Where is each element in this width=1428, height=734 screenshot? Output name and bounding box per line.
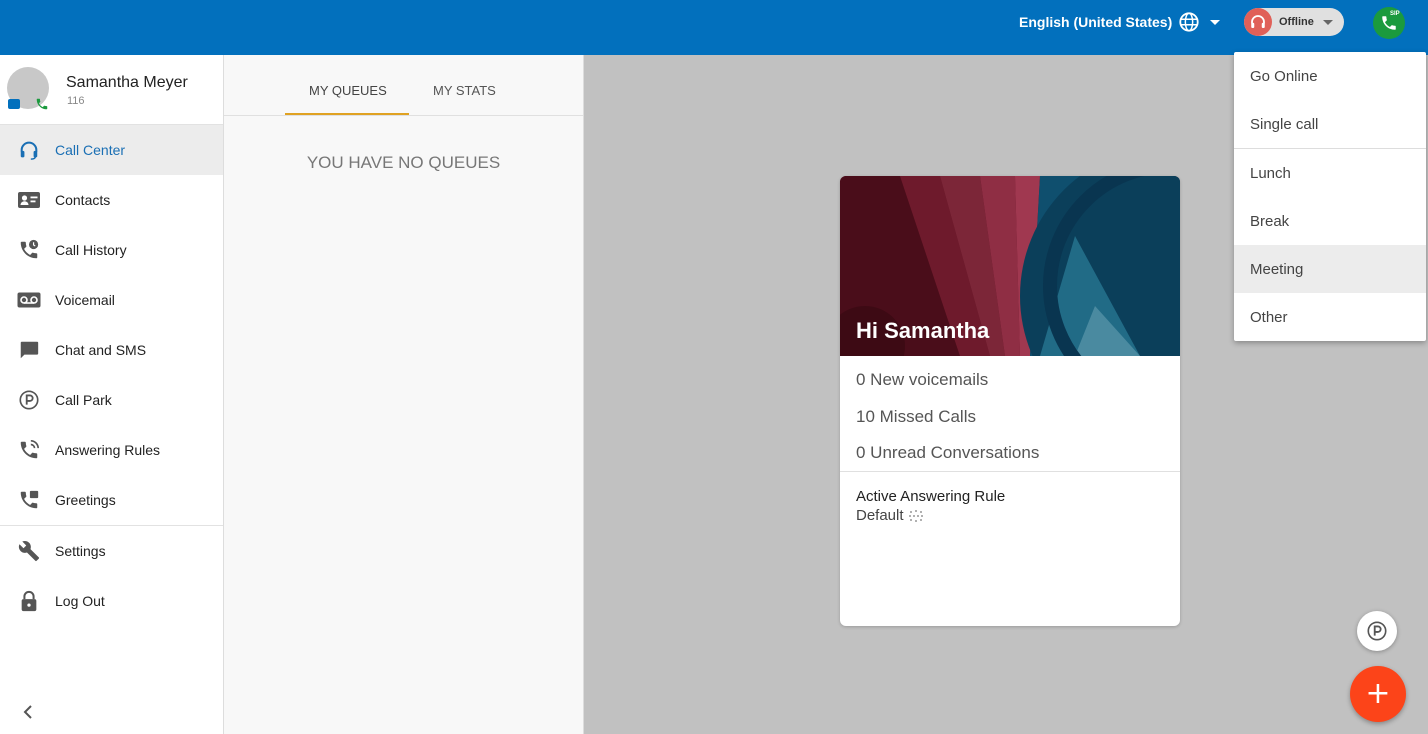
greeting-title: Hi Samantha <box>856 318 990 343</box>
sidebar-item-label: Greetings <box>55 492 116 508</box>
menu-item-single-call[interactable]: Single call <box>1234 100 1426 148</box>
sidebar: Samantha Meyer 116 Call Center Contacts <box>0 55 224 734</box>
agent-status-label: Offline <box>1279 16 1314 28</box>
plus-icon: + <box>1365 676 1391 711</box>
sidebar-item-label: Chat and SMS <box>55 342 147 358</box>
user-profile[interactable]: Samantha Meyer 116 <box>0 55 223 125</box>
chevron-down-icon <box>1210 19 1221 25</box>
answering-rule-name: Default <box>856 507 904 524</box>
active-tab-indicator <box>285 113 409 115</box>
add-button[interactable]: + <box>1350 666 1406 722</box>
answering-rules-icon <box>17 438 41 462</box>
sidebar-item-call-park[interactable]: Call Park <box>0 375 223 425</box>
queue-tabs: MY QUEUES MY STATS <box>224 55 583 116</box>
wrench-icon <box>17 539 41 563</box>
top-bar: English (United States) Offline SIP <box>0 0 1428 55</box>
sidebar-item-label: Voicemail <box>55 292 115 308</box>
chevron-down-icon <box>1322 19 1333 25</box>
menu-item-other[interactable]: Other <box>1234 293 1426 341</box>
language-label: English (United States) <box>1019 14 1173 30</box>
answering-rule-title: Active Answering Rule <box>856 488 1006 505</box>
lock-icon <box>17 589 41 613</box>
chat-icon <box>17 338 41 362</box>
tab-my-queues[interactable]: MY QUEUES <box>309 83 387 98</box>
sidebar-item-label: Answering Rules <box>55 442 161 458</box>
unread-conversations-count[interactable]: 0 Unread Conversations <box>856 443 1039 463</box>
contact-card-icon <box>17 188 41 212</box>
call-park-fab[interactable] <box>1357 611 1397 651</box>
queue-panel: MY QUEUES MY STATS YOU HAVE NO QUEUES <box>224 55 584 734</box>
menu-item-lunch[interactable]: Lunch <box>1234 149 1426 197</box>
sidebar-item-greetings[interactable]: Greetings <box>0 475 223 525</box>
park-icon <box>17 388 41 412</box>
chevron-left-icon[interactable] <box>20 704 36 720</box>
loading-spinner-icon <box>908 509 923 522</box>
menu-item-go-online[interactable]: Go Online <box>1234 52 1426 100</box>
menu-item-meeting[interactable]: Meeting <box>1234 245 1426 293</box>
voicemail-count[interactable]: 0 New voicemails <box>856 370 988 390</box>
sidebar-item-contacts[interactable]: Contacts <box>0 175 223 225</box>
sidebar-item-call-center[interactable]: Call Center <box>0 125 223 175</box>
welcome-card: Hi Samantha 0 New voicemails 10 Missed C… <box>840 176 1180 626</box>
user-name: Samantha Meyer <box>66 74 188 91</box>
park-icon <box>1367 621 1387 641</box>
sip-phone-button[interactable]: SIP <box>1373 7 1405 39</box>
sidebar-item-label: Call History <box>55 242 127 258</box>
voicemail-icon <box>17 288 41 312</box>
card-hero-image: Hi Samantha <box>840 176 1180 356</box>
sidebar-item-label: Settings <box>55 543 106 559</box>
empty-queues-message: YOU HAVE NO QUEUES <box>306 153 501 172</box>
answering-rule-value[interactable]: Default <box>856 507 924 524</box>
phone-status-icon <box>36 98 48 110</box>
tab-my-stats[interactable]: MY STATS <box>433 83 496 98</box>
call-history-icon <box>17 238 41 262</box>
globe-icon <box>1179 12 1199 32</box>
agent-status-button[interactable]: Offline <box>1244 8 1344 36</box>
greetings-icon <box>17 488 41 512</box>
sidebar-item-label: Log Out <box>55 593 105 609</box>
headset-icon <box>1244 8 1272 36</box>
sidebar-item-label: Call Center <box>55 142 126 158</box>
sidebar-item-settings[interactable]: Settings <box>0 526 223 576</box>
sidebar-item-call-history[interactable]: Call History <box>0 225 223 275</box>
sidebar-item-label: Call Park <box>55 392 112 408</box>
card-divider <box>840 471 1180 472</box>
sidebar-item-chat-sms[interactable]: Chat and SMS <box>0 325 223 375</box>
chat-status-icon <box>8 99 20 109</box>
sidebar-item-voicemail[interactable]: Voicemail <box>0 275 223 325</box>
sidebar-item-log-out[interactable]: Log Out <box>0 576 223 626</box>
missed-calls-count[interactable]: 10 Missed Calls <box>856 407 976 427</box>
sidebar-item-answering-rules[interactable]: Answering Rules <box>0 425 223 475</box>
headset-icon <box>17 138 41 162</box>
agent-status-menu: Go Online Single call Lunch Break Meetin… <box>1234 52 1426 341</box>
avatar <box>7 67 49 110</box>
sip-tag: SIP <box>1390 11 1400 17</box>
user-extension: 116 <box>67 95 85 107</box>
menu-item-break[interactable]: Break <box>1234 197 1426 245</box>
sidebar-item-label: Contacts <box>55 192 111 208</box>
language-selector[interactable]: English (United States) <box>1019 11 1221 33</box>
